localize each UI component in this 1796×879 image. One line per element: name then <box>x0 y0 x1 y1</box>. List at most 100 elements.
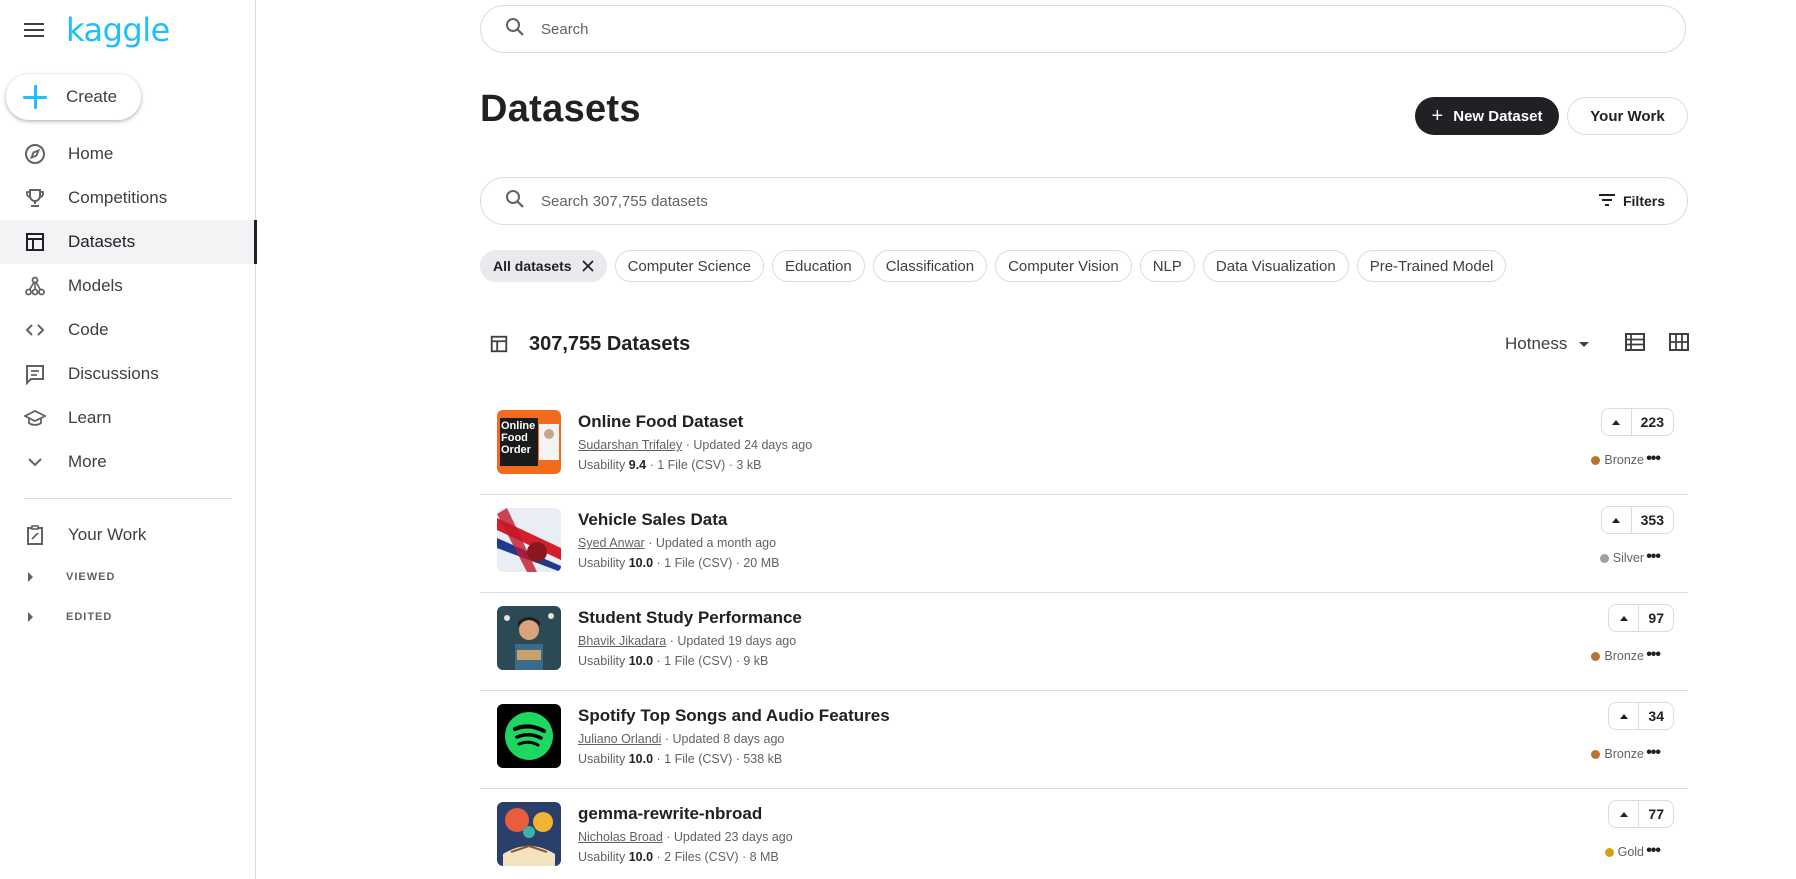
sidebar-item-discussions[interactable]: Discussions <box>0 352 256 396</box>
dataset-title[interactable]: Online Food Dataset <box>578 412 743 432</box>
usability-label: Usability <box>578 654 629 668</box>
dataset-files: · 1 File (CSV) · 538 kB <box>653 752 783 766</box>
dataset-author[interactable]: Bhavik Jikadara <box>578 634 666 648</box>
sidebar-item-label: Models <box>68 276 123 295</box>
vote-count: 34 <box>1648 708 1664 724</box>
dataset-title[interactable]: Vehicle Sales Data <box>578 510 727 530</box>
dataset-files: · 1 File (CSV) · 3 kB <box>646 458 762 472</box>
menu-icon[interactable] <box>22 18 46 42</box>
dataset-info: Usability 10.0 · 1 File (CSV) · 9 kB <box>578 654 768 668</box>
chip-nlp[interactable]: NLP <box>1139 250 1195 282</box>
more-options-icon[interactable]: ••• <box>1646 843 1661 859</box>
create-button[interactable]: Create <box>6 74 141 120</box>
sidebar-edited-toggle[interactable]: EDITED <box>0 597 256 637</box>
dataset-info: Usability 9.4 · 1 File (CSV) · 3 kB <box>578 458 761 472</box>
medal-label: Gold <box>1617 845 1644 859</box>
dataset-updated: · Updated a month ago <box>644 536 777 550</box>
dataset-author[interactable]: Sudarshan Trifaley <box>578 438 682 452</box>
medal-badge: Bronze <box>1591 453 1644 467</box>
global-search-bar[interactable] <box>480 5 1686 53</box>
your-work-button[interactable]: Your Work <box>1567 97 1688 135</box>
chip-pre-trained-model[interactable]: Pre-Trained Model <box>1356 250 1507 282</box>
dataset-search-bar[interactable]: Filters <box>480 177 1688 225</box>
vote-count: 223 <box>1640 414 1664 430</box>
more-options-icon[interactable]: ••• <box>1646 451 1661 467</box>
filters-button[interactable]: Filters <box>1598 193 1665 209</box>
sidebar-item-models[interactable]: Models <box>0 264 256 308</box>
chip-all-datasets[interactable]: All datasets <box>480 250 607 282</box>
dataset-row[interactable]: Student Study Performance Bhavik Jikadar… <box>480 593 1688 691</box>
dataset-thumbnail[interactable] <box>497 606 561 670</box>
dataset-thumbnail[interactable]: Online Food Order <box>497 410 561 474</box>
dataset-search-input[interactable] <box>541 192 1599 210</box>
kaggle-logo[interactable]: kaggle <box>66 14 170 46</box>
sidebar-item-more[interactable]: More <box>0 440 256 484</box>
usability-label: Usability <box>578 556 629 570</box>
dataset-title[interactable]: Spotify Top Songs and Audio Features <box>578 706 890 726</box>
upvote-button[interactable]: 223 <box>1600 408 1674 436</box>
code-icon <box>24 319 46 341</box>
global-search-input[interactable] <box>541 20 1685 38</box>
dataset-thumbnail[interactable] <box>497 802 561 866</box>
new-dataset-button[interactable]: + New Dataset <box>1415 97 1559 135</box>
thumbnail-caption: Online Food Order <box>501 420 536 456</box>
dataset-row[interactable]: gemma-rewrite-nbroad Nicholas Broad · Up… <box>480 789 1688 879</box>
more-options-icon[interactable]: ••• <box>1646 745 1661 761</box>
dataset-author[interactable]: Syed Anwar <box>578 536 645 550</box>
dataset-thumbnail[interactable] <box>497 508 561 572</box>
dataset-row[interactable]: Online Food Order Online Food Dataset Su… <box>480 397 1688 495</box>
page-title: Datasets <box>480 88 641 130</box>
dataset-author[interactable]: Juliano Orlandi <box>578 732 661 746</box>
dataset-info: Usability 10.0 · 1 File (CSV) · 538 kB <box>578 752 782 766</box>
list-view-icon[interactable] <box>1624 332 1646 357</box>
close-icon[interactable] <box>581 260 594 272</box>
upvote-icon <box>1609 703 1640 729</box>
sidebar-item-learn[interactable]: Learn <box>0 396 256 440</box>
medal-icon <box>1591 749 1601 759</box>
dataset-author[interactable]: Nicholas Broad <box>578 830 663 844</box>
filter-icon <box>1598 193 1615 209</box>
more-options-icon[interactable]: ••• <box>1646 647 1661 663</box>
sidebar-item-your-work[interactable]: Your Work <box>0 513 256 557</box>
upvote-icon <box>1602 507 1632 533</box>
logo-row: kaggle <box>22 12 170 48</box>
trophy-icon <box>24 187 46 209</box>
dataset-info: Usability 10.0 · 2 Files (CSV) · 8 MB <box>578 850 779 864</box>
chip-data-visualization[interactable]: Data Visualization <box>1202 250 1349 282</box>
upvote-button[interactable]: 77 <box>1608 800 1674 828</box>
medal-label: Bronze <box>1604 453 1644 467</box>
sidebar-viewed-toggle[interactable]: VIEWED <box>0 557 256 597</box>
dataset-title[interactable]: gemma-rewrite-nbroad <box>578 804 762 824</box>
sidebar-item-home[interactable]: Home <box>0 132 256 176</box>
dataset-row[interactable]: Spotify Top Songs and Audio Features Jul… <box>480 691 1688 789</box>
chip-education[interactable]: Education <box>772 250 865 282</box>
dataset-thumbnail[interactable] <box>497 704 561 768</box>
chip-computer-science[interactable]: Computer Science <box>614 250 764 282</box>
dataset-count: 307,755 Datasets <box>529 332 691 355</box>
sidebar-item-datasets[interactable]: Datasets <box>0 220 257 264</box>
chip-label: All datasets <box>493 258 572 274</box>
medal-label: Bronze <box>1604 747 1644 761</box>
dataset-updated: · Updated 19 days ago <box>666 634 797 648</box>
dataset-title[interactable]: Student Study Performance <box>578 608 802 628</box>
chip-computer-vision[interactable]: Computer Vision <box>995 250 1132 282</box>
upvote-button[interactable]: 34 <box>1608 702 1674 730</box>
caret-down-icon <box>1579 341 1590 347</box>
usability-score: 9.4 <box>628 458 647 472</box>
upvote-button[interactable]: 97 <box>1608 604 1674 632</box>
dataset-row[interactable]: Vehicle Sales Data Syed Anwar · Updated … <box>480 495 1688 593</box>
sort-dropdown[interactable]: Hotness <box>1505 334 1590 354</box>
grid-view-icon[interactable] <box>1668 332 1690 357</box>
caret-right-icon <box>28 572 33 582</box>
upvote-button[interactable]: 353 <box>1600 506 1674 534</box>
more-options-icon[interactable]: ••• <box>1646 549 1661 565</box>
dataset-meta: Juliano Orlandi · Updated 8 days ago <box>578 732 784 746</box>
upvote-icon <box>1609 605 1640 631</box>
chip-classification[interactable]: Classification <box>872 250 988 282</box>
sidebar-item-code[interactable]: Code <box>0 308 256 352</box>
dataset-updated: · Updated 8 days ago <box>661 732 785 746</box>
clipboard-edit-icon <box>24 524 46 546</box>
medal-icon <box>1604 847 1614 857</box>
upvote-icon <box>1602 409 1632 435</box>
sidebar-item-competitions[interactable]: Competitions <box>0 176 256 220</box>
